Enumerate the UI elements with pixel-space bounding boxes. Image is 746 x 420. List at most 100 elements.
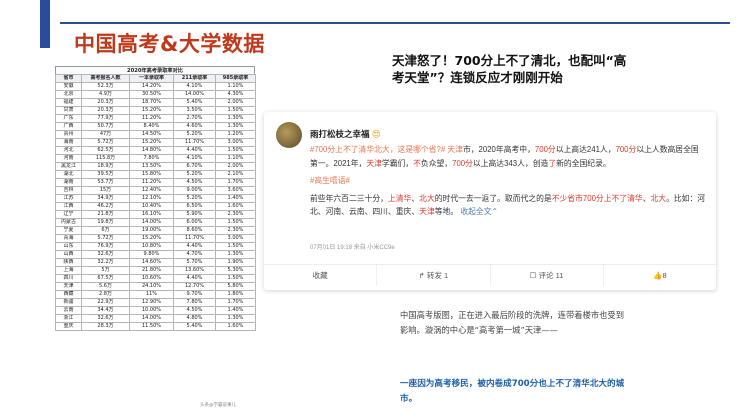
table-cell: 32.6万 bbox=[81, 250, 130, 259]
table-cell: 20.3万 bbox=[81, 106, 130, 115]
repost-icon: ↱ bbox=[418, 271, 427, 280]
post-text: 学霸们， bbox=[381, 158, 414, 168]
table-cell: 19.00% bbox=[129, 226, 174, 235]
table-cell: 11.20% bbox=[129, 178, 174, 187]
table-cell: 2.70% bbox=[173, 114, 216, 123]
comment-button[interactable]: ☐ 评论 11 bbox=[491, 265, 604, 286]
table-row: 江西 46.2万 10.40% 6.50% 1.60% bbox=[55, 202, 256, 211]
table-cell: 115.8万 bbox=[81, 154, 130, 163]
table-cell: 14.00% bbox=[129, 314, 174, 323]
repost-button[interactable]: ↱ 转发 1 bbox=[377, 265, 491, 286]
post-actions: 收藏 ↱ 转发 1 ☐ 评论 11 👍8 bbox=[264, 264, 716, 286]
favorite-label: 收藏 bbox=[312, 271, 328, 280]
table-row: 黑龙江 18.9万 13.50% 6.70% 2.00% bbox=[55, 162, 256, 171]
top-rule bbox=[60, 22, 730, 24]
post-text: 等地。 bbox=[434, 207, 459, 216]
table-cell: 5.6万 bbox=[81, 282, 130, 291]
table-cell: 6.00% bbox=[173, 218, 216, 227]
table-cell: 1.30% bbox=[215, 114, 256, 123]
username-text[interactable]: 雨打松枝之幸福 bbox=[310, 129, 370, 139]
table-body: 安徽 52.3万 14.20% 4.10% 1.10% 北京 4.9万 30.50% 14.00… bbox=[55, 82, 256, 331]
highlight-text: 了 bbox=[548, 158, 557, 168]
table-cell: 11% bbox=[129, 290, 174, 299]
table-cell: 11.70% bbox=[173, 234, 216, 243]
table-cell: 上海 bbox=[55, 266, 82, 275]
table-cell: 11.50% bbox=[129, 322, 174, 331]
collapse-label[interactable]: 收起全文 bbox=[460, 207, 491, 216]
table-cell: 1.30% bbox=[215, 122, 256, 131]
table-cell: 广东 bbox=[55, 114, 82, 123]
table-cell: 21.8万 bbox=[81, 210, 130, 219]
avatar[interactable] bbox=[276, 122, 302, 148]
chevron-up-icon: ⌃ bbox=[491, 207, 499, 216]
highlight-text: 700分 bbox=[615, 145, 637, 154]
table-cell: 7.80% bbox=[173, 298, 216, 307]
table-cell: 5.40% bbox=[173, 98, 216, 107]
table-row: 重庆 28.3万 11.50% 5.40% 1.60% bbox=[55, 322, 256, 331]
table-row: 安徽 52.3万 14.20% 4.10% 1.10% bbox=[55, 82, 256, 91]
accent-bar bbox=[40, 0, 50, 48]
table-cell: 4.10% bbox=[173, 82, 216, 91]
smile-emoji-icon: 😍 bbox=[371, 129, 381, 139]
table-cell: 北京 bbox=[55, 90, 82, 99]
table-cell: 福建 bbox=[55, 98, 82, 107]
table-cell: 47万 bbox=[81, 130, 130, 139]
table-cell: 山东 bbox=[55, 242, 82, 251]
comment-icon: ☐ bbox=[529, 271, 539, 280]
table-cell: 12.70% bbox=[173, 282, 216, 291]
table-cell: 8.60% bbox=[173, 226, 216, 235]
hashtag-link[interactable]: #700分上不了清华北大，这是哪个省? bbox=[310, 145, 441, 154]
table-cell: 1.40% bbox=[215, 306, 256, 315]
table-cell: 15.20% bbox=[129, 234, 174, 243]
table-cell: 1.30% bbox=[215, 314, 256, 323]
table-cell: 13.50% bbox=[129, 162, 174, 171]
table-cell: 贵州 bbox=[55, 130, 82, 139]
table-cell: 11.20% bbox=[129, 114, 174, 123]
table-cell: 4.50% bbox=[173, 178, 216, 187]
table-cell: 14.50% bbox=[129, 130, 174, 139]
body-paragraph: 中国高考版图，正在进入最后阶段的洗牌，连带着楼市也受到影响。漩涡的中心是“高考第… bbox=[400, 310, 625, 335]
collapse-text-link[interactable]: 收起全文⌃ bbox=[460, 207, 498, 216]
table-cell: 12.10% bbox=[129, 194, 174, 203]
table-cell: 5.40% bbox=[173, 322, 216, 331]
repost-label: 转发 1 bbox=[426, 271, 449, 280]
table-cell: 13.60% bbox=[173, 266, 216, 275]
table-cell: 4.9万 bbox=[81, 90, 130, 99]
table-cell: 18.70% bbox=[129, 98, 174, 107]
table-cell: 陕西 bbox=[55, 258, 82, 267]
table-cell: 18.9万 bbox=[81, 162, 130, 171]
table-cell: 8.40% bbox=[129, 122, 174, 131]
highlight-text: 上清华 bbox=[387, 193, 412, 203]
table-cell: 52.3万 bbox=[81, 82, 130, 91]
city-link[interactable]: 天津 bbox=[445, 145, 463, 154]
table-cell: 2.00% bbox=[215, 162, 256, 171]
post-text: 以上高达241人， bbox=[555, 145, 616, 154]
table-row: 甘肃 20.3万 15.20% 3.50% 1.50% bbox=[55, 106, 256, 115]
table-row: 江苏 34.9万 12.10% 5.20% 1.40% bbox=[55, 194, 256, 203]
favorite-button[interactable]: 收藏 bbox=[264, 265, 378, 286]
highlight-text: 700分 bbox=[534, 145, 556, 154]
table-cell: 西藏 bbox=[55, 290, 82, 299]
table-cell: 14.00% bbox=[173, 90, 216, 99]
table-caption: 2020年高考录取率对比 bbox=[55, 66, 255, 74]
table-cell: 2.30% bbox=[215, 226, 256, 235]
table-cell: 24.10% bbox=[129, 282, 174, 291]
table-cell: 江西 bbox=[55, 202, 82, 211]
username[interactable]: 雨打松枝之幸福 😍 bbox=[310, 128, 381, 140]
comment-label: 评论 11 bbox=[538, 271, 564, 280]
table-cell: 9.80% bbox=[129, 250, 174, 259]
table-cell: 62.5万 bbox=[81, 146, 130, 155]
table-row: 西藏 2.8万 11% 9.70% 1.80% bbox=[55, 290, 256, 299]
stats-table: 省市 高考报名人数 一本录取率 211录取率 985录取率 安徽 52.3万 14.20% 4… bbox=[55, 74, 256, 331]
table-cell: 4.30% bbox=[215, 90, 256, 99]
table-row: 上海 5万 21.80% 13.60% 5.30% bbox=[55, 266, 256, 275]
table-cell: 浙江 bbox=[55, 314, 82, 323]
table-cell: 34.9万 bbox=[81, 194, 130, 203]
table-cell: 77.9万 bbox=[81, 114, 130, 123]
like-button[interactable]: 👍8 bbox=[604, 265, 716, 286]
table-cell: 4.10% bbox=[173, 154, 216, 163]
table-cell: 11.70% bbox=[173, 138, 216, 147]
table-row: 广东 77.9万 11.20% 2.70% 1.30% bbox=[55, 114, 256, 123]
hashtag-link-2[interactable]: #高生嘻语# bbox=[310, 176, 350, 185]
table-cell: 22.9万 bbox=[81, 298, 130, 307]
